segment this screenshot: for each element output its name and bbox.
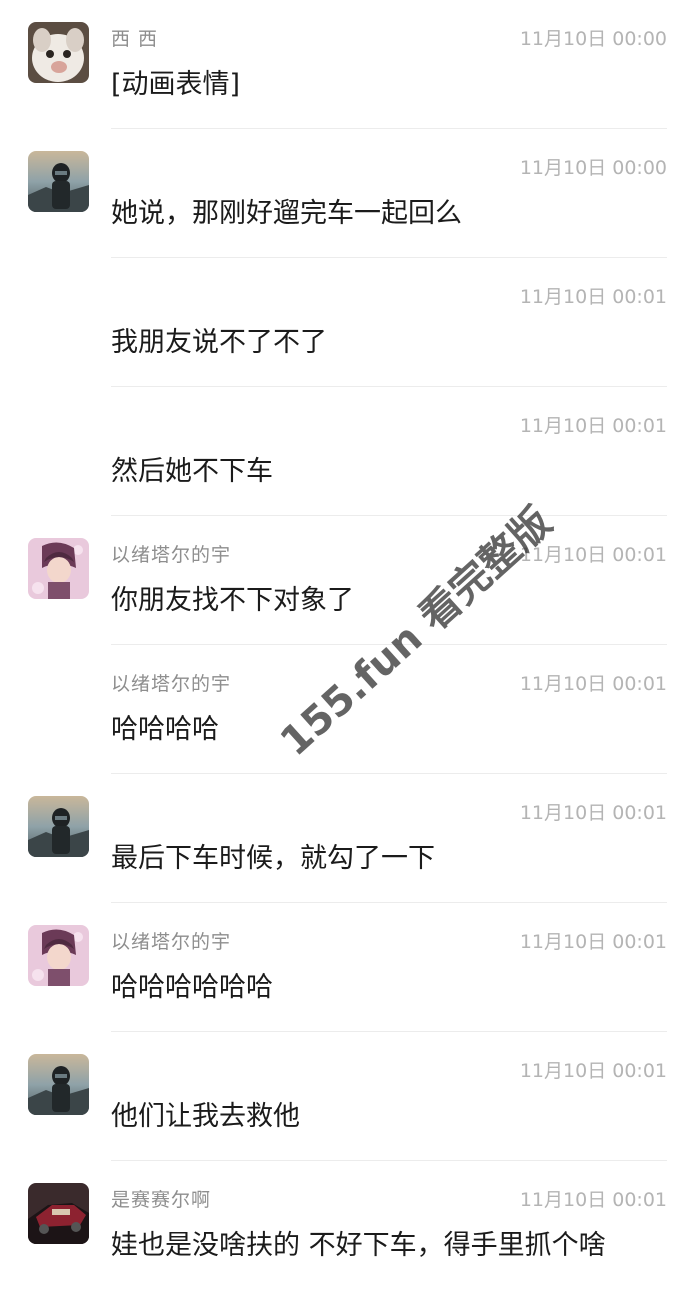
sender-name: 西 西 — [111, 28, 159, 50]
cat-avatar-icon[interactable] — [28, 22, 89, 83]
message-item[interactable]: 以绪塔尔的宇 11月10日 00:01 哈哈哈哈哈哈 — [0, 903, 695, 1032]
chat-message-list: 西 西 11月10日 00:00 [动画表情] 11月10日 00:00 她说，… — [0, 0, 695, 1280]
message-text: 他们让我去救他 — [111, 1101, 300, 1132]
message-text: 然后她不下车 — [111, 456, 273, 487]
message-time: 11月10日 00:01 — [519, 415, 667, 437]
message-text: 最后下车时候，就勾了一下 — [111, 843, 435, 874]
message-item[interactable]: 11月10日 00:01 他们让我去救他 — [0, 1032, 695, 1161]
helmet-avatar-icon[interactable] — [28, 1054, 89, 1115]
message-text: [动画表情] — [111, 69, 241, 100]
sender-name: 是赛赛尔啊 — [111, 1189, 212, 1211]
sender-name: 以绪塔尔的宇 — [111, 544, 232, 566]
message-text: 哈哈哈哈哈哈 — [111, 972, 273, 1003]
message-item[interactable]: 西 西 11月10日 00:00 [动画表情] — [0, 0, 695, 129]
helmet-avatar-icon[interactable] — [28, 151, 89, 212]
message-time: 11月10日 00:00 — [519, 157, 667, 179]
message-time: 11月10日 00:01 — [519, 802, 667, 824]
sender-name: 以绪塔尔的宇 — [111, 673, 232, 695]
sender-name: 以绪塔尔的宇 — [111, 931, 232, 953]
message-item[interactable]: 11月10日 00:01 最后下车时候，就勾了一下 — [0, 774, 695, 903]
message-text: 娃也是没啥扶的 不好下车，得手里抓个啥 — [111, 1230, 606, 1261]
message-text: 她说，那刚好遛完车一起回么 — [111, 198, 462, 229]
car-avatar-icon[interactable] — [28, 1183, 89, 1244]
message-text: 哈哈哈哈 — [111, 714, 219, 745]
message-item[interactable]: 11月10日 00:01 我朋友说不了不了 — [0, 258, 695, 387]
message-item[interactable]: 11月10日 00:01 然后她不下车 — [0, 387, 695, 516]
helmet-avatar-icon[interactable] — [28, 796, 89, 857]
message-time: 11月10日 00:01 — [519, 544, 667, 566]
anime-avatar-icon[interactable] — [28, 538, 89, 599]
message-time: 11月10日 00:01 — [519, 286, 667, 308]
message-item[interactable]: 以绪塔尔的宇 11月10日 00:01 你朋友找不下对象了 — [0, 516, 695, 645]
message-time: 11月10日 00:00 — [519, 28, 667, 50]
message-time: 11月10日 00:01 — [519, 673, 667, 695]
message-text: 我朋友说不了不了 — [111, 327, 327, 358]
message-item[interactable]: 11月10日 00:00 她说，那刚好遛完车一起回么 — [0, 129, 695, 258]
message-time: 11月10日 00:01 — [519, 931, 667, 953]
message-time: 11月10日 00:01 — [519, 1189, 667, 1211]
message-item[interactable]: 是赛赛尔啊 11月10日 00:01 娃也是没啥扶的 不好下车，得手里抓个啥 — [0, 1161, 695, 1290]
message-item[interactable]: 以绪塔尔的宇 11月10日 00:01 哈哈哈哈 — [0, 645, 695, 774]
anime-avatar-icon[interactable] — [28, 925, 89, 986]
message-time: 11月10日 00:01 — [519, 1060, 667, 1082]
message-text: 你朋友找不下对象了 — [111, 585, 354, 616]
